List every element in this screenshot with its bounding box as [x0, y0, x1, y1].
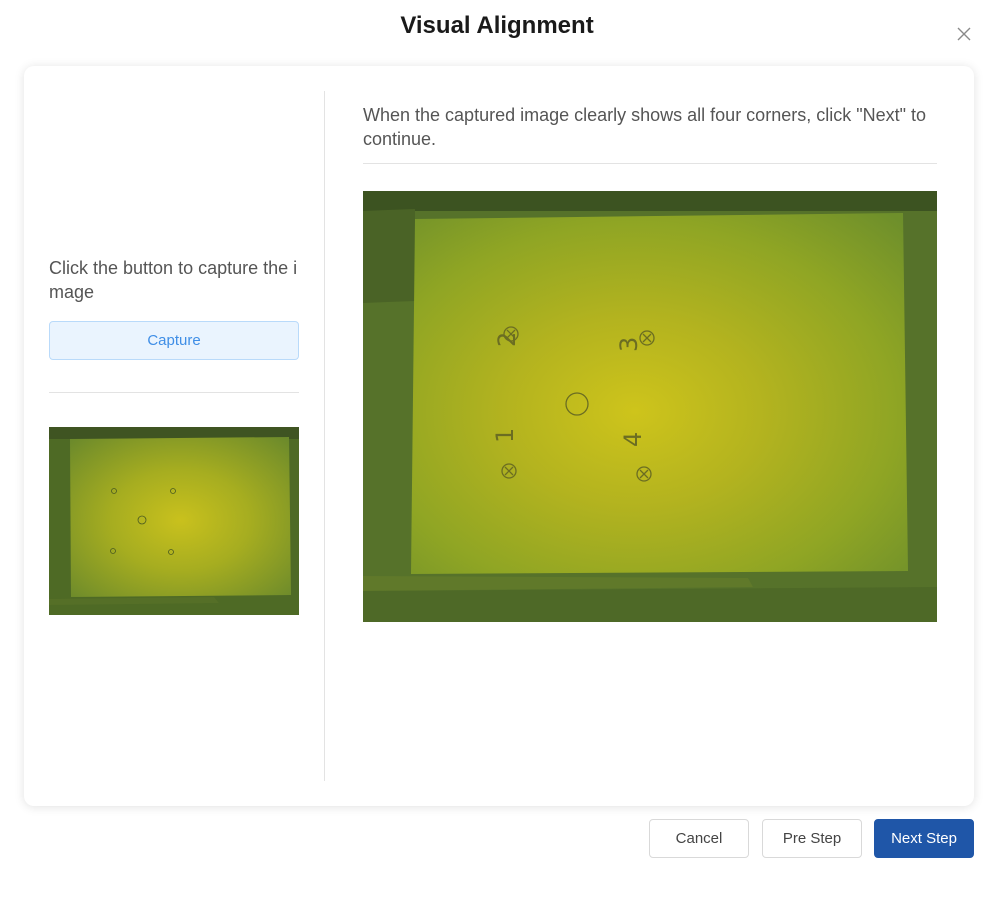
- close-icon-glyph: [957, 27, 971, 41]
- right-divider: [363, 163, 937, 164]
- cancel-button[interactable]: Cancel: [649, 819, 749, 858]
- marker-label-2: 2: [493, 332, 521, 347]
- dialog-title: Visual Alignment: [400, 12, 594, 39]
- captured-thumbnail[interactable]: [49, 427, 299, 615]
- next-step-button[interactable]: Next Step: [874, 819, 974, 858]
- preview-instruction: When the captured image clearly shows al…: [363, 105, 927, 149]
- capture-instruction: Click the button to capture the image: [49, 258, 298, 302]
- visual-alignment-dialog: Visual Alignment Click the button to cap…: [0, 0, 994, 897]
- marker-label-3: 3: [615, 337, 643, 352]
- marker-label-4: 4: [619, 432, 647, 447]
- capture-button[interactable]: Capture: [49, 321, 299, 360]
- alignment-card: Click the button to capture the image Ca…: [24, 66, 974, 806]
- left-divider: [49, 392, 299, 393]
- panel-divider: [324, 91, 325, 781]
- camera-preview-image: 2 3 1 4: [363, 191, 937, 622]
- pre-step-button[interactable]: Pre Step: [762, 819, 862, 858]
- close-icon[interactable]: [954, 24, 974, 44]
- marker-label-1: 1: [491, 428, 519, 443]
